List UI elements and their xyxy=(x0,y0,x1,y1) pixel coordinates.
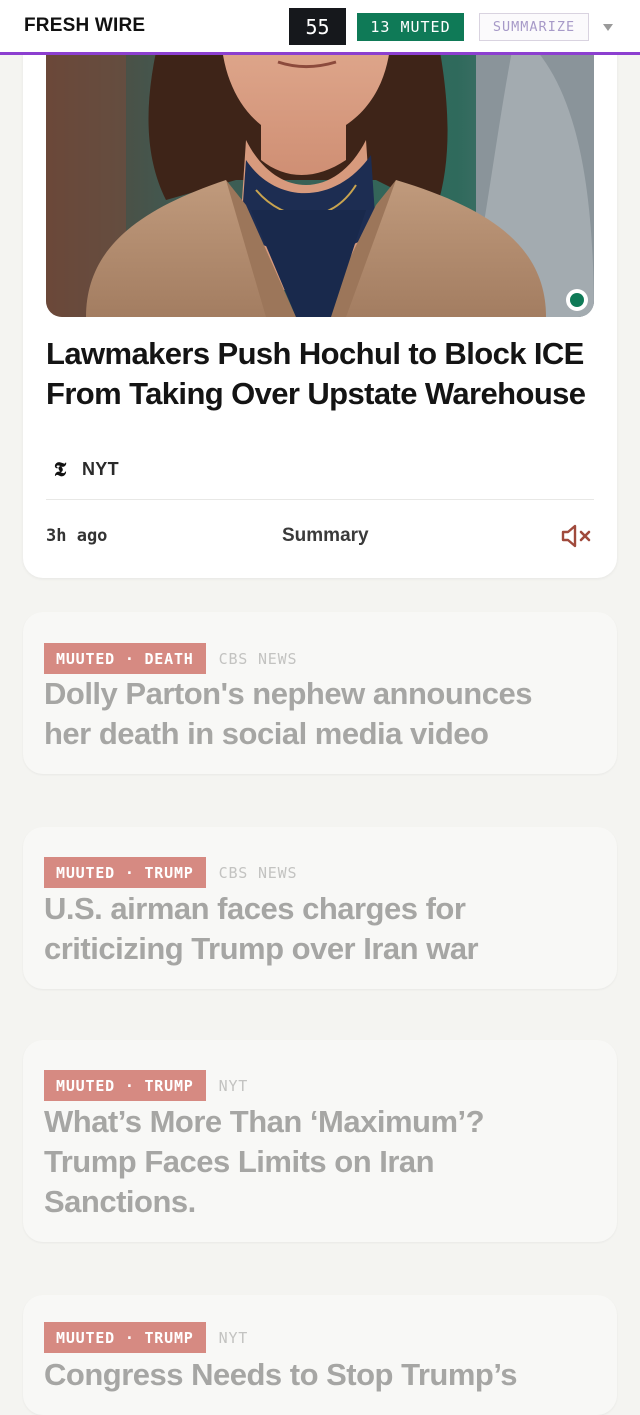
top-bar: FRESH WIRE 55 13 MUTED SUMMARIZE xyxy=(0,0,640,55)
muted-tag: MUUTED · TRUMP xyxy=(44,1322,206,1353)
muted-source: CBS NEWS xyxy=(218,863,298,882)
tag-row: MUUTED · TRUMP CBS NEWS xyxy=(44,857,297,888)
summary-button[interactable]: Summary xyxy=(282,525,369,547)
timestamp: 3h ago xyxy=(46,526,108,546)
card-footer: 3h ago Summary xyxy=(46,520,594,552)
muted-source: NYT xyxy=(218,1328,249,1347)
muted-story-card[interactable]: MUUTED · TRUMP NYT What’s More Than ‘Max… xyxy=(23,1040,617,1242)
featured-story-card[interactable]: Lawmakers Push Hochul to Block ICE From … xyxy=(23,30,617,578)
brand-title: FRESH WIRE xyxy=(24,15,146,36)
summarize-button[interactable]: SUMMARIZE xyxy=(479,13,589,41)
muted-count-button[interactable]: 13 MUTED xyxy=(357,13,464,41)
divider xyxy=(46,499,594,500)
featured-headline[interactable]: Lawmakers Push Hochul to Block ICE From … xyxy=(46,334,586,414)
tag-row: MUUTED · TRUMP NYT xyxy=(44,1322,248,1353)
nyt-logo-icon: 𝕿 xyxy=(53,457,67,481)
live-status-indicator xyxy=(566,289,588,311)
speaker-mute-icon[interactable] xyxy=(560,522,594,550)
muted-tag: MUUTED · TRUMP xyxy=(44,857,206,888)
tag-row: MUUTED · DEATH CBS NEWS xyxy=(44,643,297,674)
muted-headline[interactable]: U.S. airman faces charges for criticizin… xyxy=(44,889,584,969)
muted-source: NYT xyxy=(218,1076,249,1095)
muted-headline[interactable]: Dolly Parton's nephew announces her deat… xyxy=(44,674,584,754)
muted-source: CBS NEWS xyxy=(218,649,298,668)
featured-story-image[interactable] xyxy=(46,30,594,317)
chevron-down-icon[interactable] xyxy=(601,17,615,37)
source-row: 𝕿 NYT xyxy=(50,456,119,482)
muted-story-card[interactable]: MUUTED · TRUMP CBS NEWS U.S. airman face… xyxy=(23,827,617,989)
muted-tag: MUUTED · TRUMP xyxy=(44,1070,206,1101)
story-count-badge: 55 xyxy=(289,8,346,45)
muted-headline[interactable]: What’s More Than ‘Maximum’? Trump Faces … xyxy=(44,1102,584,1222)
tag-row: MUUTED · TRUMP NYT xyxy=(44,1070,248,1101)
muted-headline[interactable]: Congress Needs to Stop Trump’s xyxy=(44,1355,584,1395)
muted-tag: MUUTED · DEATH xyxy=(44,643,206,674)
source-name: NYT xyxy=(82,458,119,479)
portrait-photo xyxy=(46,30,594,317)
muted-story-card[interactable]: MUUTED · DEATH CBS NEWS Dolly Parton's n… xyxy=(23,612,617,774)
muted-story-card[interactable]: MUUTED · TRUMP NYT Congress Needs to Sto… xyxy=(23,1295,617,1415)
